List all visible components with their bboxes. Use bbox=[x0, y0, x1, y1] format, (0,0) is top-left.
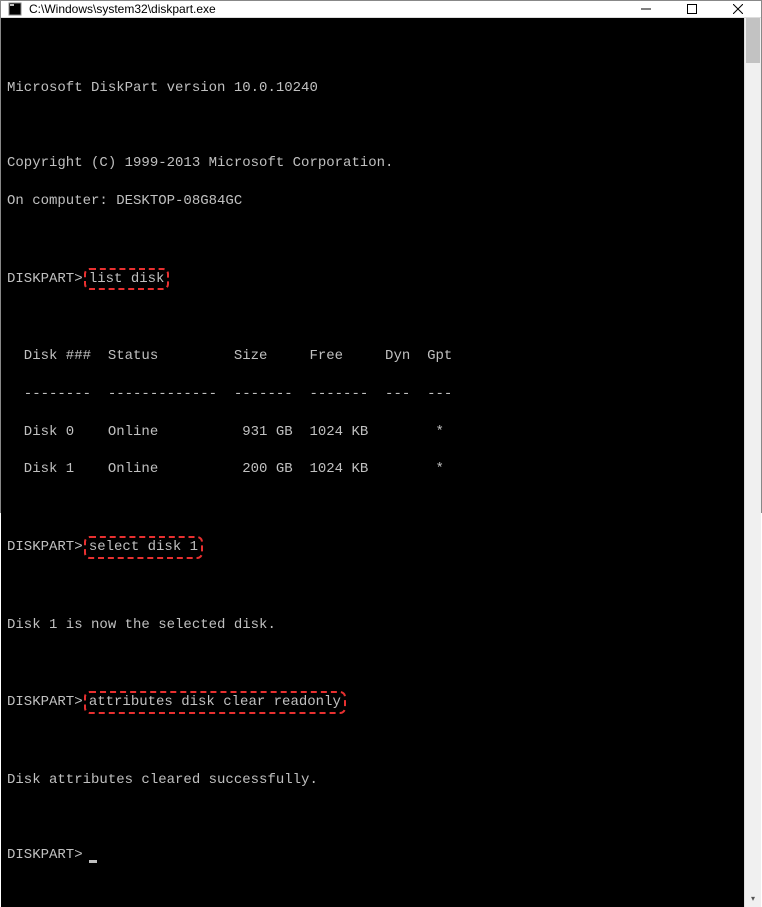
version-line: Microsoft DiskPart version 10.0.10240 bbox=[7, 79, 738, 98]
close-button[interactable] bbox=[715, 1, 761, 17]
prompt-line-1: DISKPART>list disk bbox=[7, 268, 738, 291]
highlighted-command-2: select disk 1 bbox=[84, 536, 203, 559]
terminal-output[interactable]: Microsoft DiskPart version 10.0.10240 Co… bbox=[1, 18, 744, 907]
table-header: Disk ### Status Size Free Dyn Gpt bbox=[7, 347, 738, 366]
response-line-2: Disk attributes cleared successfully. bbox=[7, 771, 738, 790]
blank-line bbox=[7, 309, 738, 328]
content-area: Microsoft DiskPart version 10.0.10240 Co… bbox=[1, 18, 761, 907]
blank-line bbox=[7, 116, 738, 135]
window-title: C:\Windows\system32\diskpart.exe bbox=[29, 2, 623, 16]
prompt-prefix: DISKPART> bbox=[7, 538, 83, 557]
cursor-icon bbox=[89, 860, 97, 863]
response-line-1: Disk 1 is now the selected disk. bbox=[7, 616, 738, 635]
blank-line bbox=[7, 653, 738, 672]
blank-line bbox=[7, 41, 738, 60]
table-row: Disk 1 Online 200 GB 1024 KB * bbox=[7, 460, 738, 479]
blank-line bbox=[7, 578, 738, 597]
prompt-line-2: DISKPART>select disk 1 bbox=[7, 536, 738, 559]
prompt-prefix: DISKPART> bbox=[7, 270, 83, 289]
table-divider: -------- ------------- ------- ------- -… bbox=[7, 385, 738, 404]
prompt-line-3: DISKPART>attributes disk clear readonly bbox=[7, 691, 738, 714]
prompt-prefix: DISKPART> bbox=[7, 693, 83, 712]
blank-line bbox=[7, 230, 738, 249]
blank-line bbox=[7, 733, 738, 752]
blank-line bbox=[7, 498, 738, 517]
app-icon bbox=[7, 1, 23, 17]
scroll-down-icon[interactable]: ▾ bbox=[745, 890, 761, 907]
highlighted-command-1: list disk bbox=[84, 268, 170, 291]
window-controls bbox=[623, 1, 761, 17]
titlebar[interactable]: C:\Windows\system32\diskpart.exe bbox=[1, 1, 761, 18]
copyright-line: Copyright (C) 1999-2013 Microsoft Corpor… bbox=[7, 154, 738, 173]
application-window: C:\Windows\system32\diskpart.exe Microso… bbox=[0, 0, 762, 513]
prompt-line-current: DISKPART> bbox=[7, 846, 738, 865]
vertical-scrollbar[interactable]: ▾ bbox=[744, 18, 761, 907]
minimize-button[interactable] bbox=[623, 1, 669, 17]
highlighted-command-3: attributes disk clear readonly bbox=[84, 691, 346, 714]
maximize-button[interactable] bbox=[669, 1, 715, 17]
computer-line: On computer: DESKTOP-08G84GC bbox=[7, 192, 738, 211]
table-row: Disk 0 Online 931 GB 1024 KB * bbox=[7, 423, 738, 442]
scrollbar-thumb[interactable] bbox=[746, 18, 760, 63]
prompt-prefix: DISKPART> bbox=[7, 846, 83, 865]
blank-line bbox=[7, 809, 738, 828]
